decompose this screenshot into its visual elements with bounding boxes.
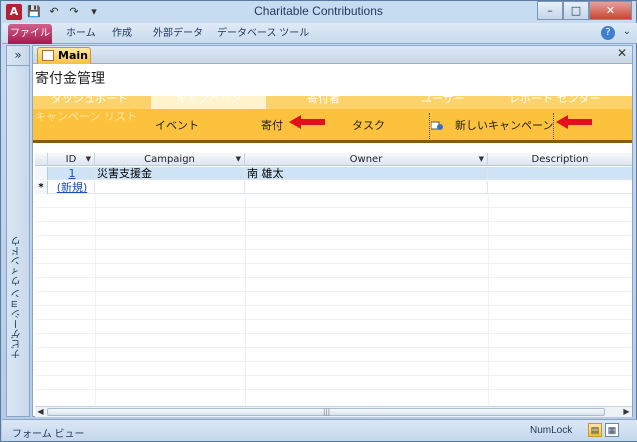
column-header-id-label: ID [65, 154, 77, 165]
layout-view-icon[interactable]: ▦ [605, 423, 619, 437]
minimize-button[interactable]: – [537, 1, 563, 20]
empty-row [35, 307, 632, 320]
empty-row [35, 251, 632, 264]
empty-row [35, 335, 632, 348]
column-header-campaign-label: Campaign [144, 154, 195, 165]
scroll-left-icon[interactable]: ◀ [35, 407, 46, 417]
tab-main[interactable]: Main [37, 47, 91, 64]
empty-row [35, 209, 632, 222]
column-header-description-label: Description [531, 154, 589, 165]
form-title: 寄付金管理 [35, 71, 105, 87]
nav-tab-campaign[interactable]: キャンペーン [151, 96, 266, 109]
empty-row [35, 279, 632, 292]
empty-row [35, 237, 632, 250]
menu-donation[interactable]: 寄付 [261, 117, 283, 133]
empty-row [35, 195, 632, 208]
empty-row [35, 377, 632, 390]
column-header-owner[interactable]: Owner ▼ [245, 153, 488, 166]
description-cell[interactable] [488, 167, 632, 180]
nav-tab-donor[interactable]: 寄付者 [307, 96, 340, 106]
campaign-cell[interactable] [95, 181, 245, 194]
title-bar: A 💾 ↶ ↷ ▾ Charitable Contributions – □ ✕ [1, 1, 636, 23]
document-area: Main ✕ 寄付金管理 ダッシュボード キャンペーン 寄付者 ユーザー レポー… [32, 45, 633, 417]
menu-new-campaign[interactable]: 新しいキャンペーン [455, 117, 553, 133]
select-all-corner[interactable] [35, 153, 48, 166]
column-divider [488, 195, 489, 405]
navigation-pane[interactable]: » ナビゲーション ウィンドウ [6, 45, 30, 417]
nav-toggle-button[interactable]: » [7, 46, 29, 66]
empty-row [35, 349, 632, 362]
horizontal-scrollbar[interactable]: ◀ ||| ▶ [35, 406, 632, 417]
document-tabs: Main ✕ [33, 46, 632, 64]
column-divider [95, 195, 96, 405]
separator [553, 113, 554, 139]
close-icon[interactable]: ✕ [617, 46, 627, 60]
app-window: A 💾 ↶ ↷ ▾ Charitable Contributions – □ ✕… [0, 0, 637, 442]
close-button[interactable]: ✕ [589, 1, 632, 20]
description-cell[interactable] [488, 181, 632, 194]
dropdown-arrow-icon[interactable]: ▼ [479, 153, 484, 166]
tab-main-label: Main [58, 49, 88, 62]
window-controls: – □ ✕ [537, 1, 632, 20]
column-header-campaign[interactable]: Campaign ▼ [95, 153, 245, 166]
tab-database-tools[interactable]: データベース ツール [217, 24, 309, 44]
column-header-description[interactable]: Description [488, 153, 632, 166]
column-header-owner-label: Owner [349, 154, 383, 165]
tab-file[interactable]: ファイル [8, 24, 52, 44]
nav-pane-label: ナビゲーション ウィンドウ [12, 236, 23, 359]
help-icon[interactable]: ? [601, 26, 615, 40]
empty-row [35, 265, 632, 278]
empty-row [35, 223, 632, 236]
nav-tab-report-center[interactable]: レポート センター [509, 96, 601, 106]
datasheet-grid: ID ▼ Campaign ▼ Owner ▼ Description 1 災害… [35, 153, 632, 405]
separator [429, 113, 430, 139]
numlock-indicator: NumLock [530, 425, 573, 436]
empty-row [35, 363, 632, 376]
empty-row [35, 321, 632, 334]
new-record-link[interactable]: (新規) [57, 181, 88, 194]
table-row[interactable]: 1 災害支援金 南 雄太 [35, 167, 632, 180]
campaign-cell[interactable]: 災害支援金 [95, 167, 245, 180]
form-icon [42, 50, 54, 61]
column-divider [245, 195, 246, 405]
column-header-id[interactable]: ID ▼ [48, 153, 95, 166]
form-view-icon[interactable]: ▤ [588, 423, 602, 437]
scrollbar-thumb[interactable]: ||| [47, 408, 605, 416]
menu-campaign-list[interactable]: キャンペーン リスト [35, 111, 137, 123]
nav-tab-dashboard[interactable]: ダッシュボード [51, 96, 128, 106]
empty-row [35, 293, 632, 306]
nav-tab-user[interactable]: ユーザー [421, 96, 465, 106]
ribbon-tabs: ファイル ホーム 作成 外部データ データベース ツール ? ⌄ [2, 23, 637, 44]
menu-task[interactable]: タスク [352, 117, 385, 133]
maximize-button[interactable]: □ [563, 1, 589, 20]
owner-cell[interactable]: 南 雄太 [245, 167, 488, 180]
navigation-band: ダッシュボード キャンペーン 寄付者 ユーザー レポート センター [33, 96, 632, 109]
status-bar: フォーム ビュー NumLock ▤ ▦ [2, 419, 637, 441]
record-id-link[interactable]: 1 [69, 167, 76, 180]
grid-header: ID ▼ Campaign ▼ Owner ▼ Description [35, 153, 632, 166]
new-record-row[interactable]: * (新規) [35, 181, 632, 194]
grip-icon: ||| [323, 408, 331, 416]
new-record-marker: * [35, 181, 48, 194]
record-selector[interactable] [35, 167, 48, 180]
dropdown-arrow-icon[interactable]: ▼ [86, 153, 91, 166]
view-status: フォーム ビュー [12, 429, 85, 440]
owner-cell[interactable] [245, 181, 488, 194]
dropdown-arrow-icon[interactable]: ▼ [236, 153, 241, 166]
new-campaign-icon [430, 119, 443, 131]
tab-home[interactable]: ホーム [66, 24, 96, 44]
subnavigation-band: キャンペーン リスト イベント 寄付 タスク 新しいキャンペーン [33, 109, 632, 143]
tab-create[interactable]: 作成 [112, 24, 132, 44]
tab-external-data[interactable]: 外部データ [153, 24, 203, 44]
scroll-right-icon[interactable]: ▶ [621, 407, 632, 417]
menu-event[interactable]: イベント [155, 117, 199, 133]
chevron-down-icon[interactable]: ⌄ [623, 26, 631, 37]
